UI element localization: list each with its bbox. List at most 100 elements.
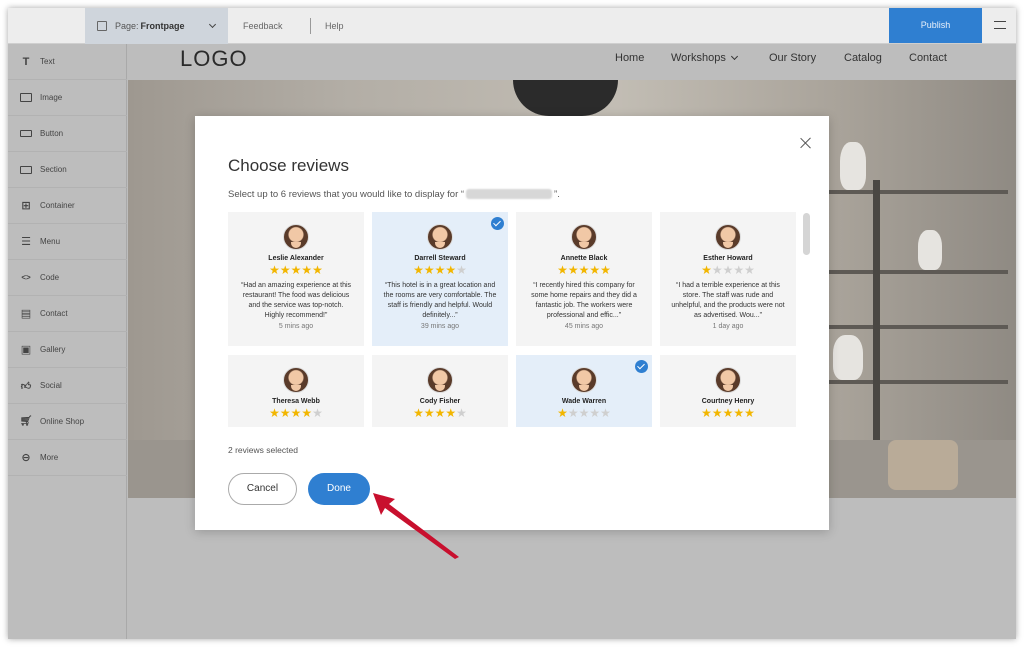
done-button[interactable]: Done [308,473,370,505]
lamp [513,80,618,116]
page-selector[interactable]: Page: Frontpage [85,8,228,44]
sidebar-item-gallery[interactable]: ▣ Gallery [8,332,127,368]
review-card[interactable]: Annette Black ★★★★★ “I recently hired th… [516,212,652,346]
nav-workshops[interactable]: Workshops [671,52,738,64]
star-empty-icon: ★ [733,263,745,277]
star-filled-icon: ★ [744,406,755,420]
text-icon: T [22,55,30,68]
star-filled-icon: ★ [701,406,712,420]
review-card[interactable]: Cody Fisher ★★★★★ [372,355,508,427]
review-card[interactable]: Leslie Alexander ★★★★★ “Had an amazing e… [228,212,364,346]
close-icon[interactable] [799,136,813,150]
star-filled-icon: ★ [413,263,424,277]
sidebar-item-button[interactable]: Button [8,116,127,152]
feedback-link[interactable]: Feedback [243,8,283,44]
sidebar-item-label: Container [40,201,75,210]
nav-contact[interactable]: Contact [909,52,947,64]
review-card[interactable]: Courtney Henry ★★★★★ [660,355,796,427]
star-empty-icon: ★ [312,406,323,420]
reviewer-name: Annette Black [560,255,608,262]
basket [888,440,958,490]
star-empty-icon: ★ [456,263,467,277]
reviews-grid: Leslie Alexander ★★★★★ “Had an amazing e… [228,212,798,427]
sidebar-item-label: Section [40,165,67,174]
sidebar-item-code[interactable]: <> Code [8,260,127,296]
star-filled-icon: ★ [434,263,446,277]
arrow-shape [373,493,459,559]
sidebar-item-social[interactable]: 👍︎ Social [8,368,127,404]
menu-icon: ☰ [21,236,31,248]
review-text: “I recently hired this company for some … [531,282,637,319]
nav-our-story[interactable]: Our Story [769,52,816,64]
button-icon [20,128,32,140]
star-filled-icon: ★ [279,263,291,277]
reviewer-name: Wade Warren [561,398,607,405]
avatar [283,367,309,393]
star-filled-icon: ★ [423,406,435,420]
sidebar-item-container[interactable]: ⊞ Container [8,188,127,224]
top-bar: Page: Frontpage Feedback Help Publish [8,8,1016,44]
star-filled-icon: ★ [557,263,568,277]
avatar [283,224,309,250]
review-card[interactable]: Wade Warren ★★★★★ [516,355,652,427]
nav-label: Workshops [671,52,726,64]
star-empty-icon: ★ [711,263,723,277]
shelf [818,190,1008,194]
review-time: 45 mins ago [564,323,604,330]
help-link[interactable]: Help [325,8,344,44]
sidebar-item-more[interactable]: ⊖ More [8,440,127,476]
sidebar-item-online-shop[interactable]: 🛒︎ Online Shop [8,404,127,440]
sidebar-item-menu[interactable]: ☰ Menu [8,224,127,260]
reviews-scrollbar[interactable] [803,213,810,255]
star-filled-icon: ★ [434,406,446,420]
sidebar-item-label: Menu [40,237,61,246]
app-window: Page: Frontpage Feedback Help Publish T … [8,8,1016,639]
divider [310,18,311,34]
review-card[interactable]: Esther Howard ★★★★★ “I had a terrible ex… [660,212,796,346]
site-logo[interactable]: LOGO [180,46,248,72]
star-filled-icon: ★ [312,263,323,277]
sidebar-item-contact[interactable]: ▤ Contact [8,296,127,332]
star-filled-icon: ★ [445,263,457,277]
star-filled-icon: ★ [269,263,280,277]
sidebar-item-label: Social [40,381,62,390]
cart-icon: 🛒︎ [19,416,33,427]
reviewer-name: Leslie Alexander [268,255,324,262]
thumbs-up-icon: 👍︎ [20,380,32,392]
star-filled-icon: ★ [711,406,723,420]
reviewer-name: Courtney Henry [701,398,755,405]
nav-catalog[interactable]: Catalog [844,52,882,64]
star-rating: ★★★★★ [516,263,652,277]
page-icon [97,21,107,31]
review-card[interactable]: Darrell Steward ★★★★★ “This hotel is in … [372,212,508,346]
star-filled-icon: ★ [701,263,712,277]
cancel-button[interactable]: Cancel [228,473,297,505]
avatar [715,224,741,250]
star-filled-icon: ★ [600,263,611,277]
sidebar-item-label: Button [40,129,64,138]
choose-reviews-dialog: Choose reviews Select up to 6 reviews th… [195,116,829,530]
sidebar-item-label: Gallery [40,345,66,354]
nav-home[interactable]: Home [615,52,644,64]
star-empty-icon: ★ [456,406,467,420]
sidebar-item-text[interactable]: T Text [8,44,127,80]
review-text: “Had an amazing experience at this resta… [240,282,352,319]
hamburger-menu-icon[interactable] [994,21,1006,29]
vase [840,142,866,190]
reviewer-name: Cody Fisher [419,398,461,405]
avatar [427,367,453,393]
star-rating: ★★★★★ [372,263,508,277]
image-icon [20,92,32,104]
sidebar-item-image[interactable]: Image [8,80,127,116]
more-icon: ⊖ [21,452,31,464]
selected-count: 2 reviews selected [228,445,298,455]
publish-button[interactable]: Publish [889,8,982,43]
sidebar-item-label: Text [40,57,55,66]
review-time: 39 mins ago [420,323,460,330]
review-card[interactable]: Theresa Webb ★★★★★ [228,355,364,427]
avatar [571,224,597,250]
star-filled-icon: ★ [557,406,568,420]
sidebar-item-section[interactable]: Section [8,152,127,188]
sidebar-item-label: Image [40,93,63,102]
elements-sidebar: T Text Image Button Section ⊞ Container … [8,44,127,639]
